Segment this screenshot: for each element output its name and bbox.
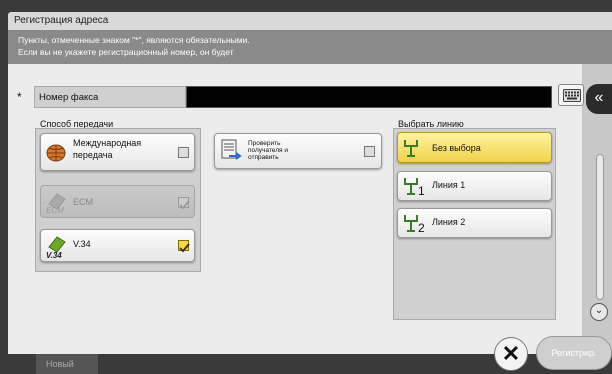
ecm-checkbox (178, 197, 190, 210)
international-transmission-button[interactable]: Международная передача (40, 133, 195, 171)
window-title: Регистрация адреса (14, 15, 109, 26)
scrollbar[interactable] (596, 154, 604, 300)
required-mark: * (17, 90, 22, 104)
document-send-icon (221, 139, 242, 160)
line-option-none[interactable]: Без выбора (397, 132, 552, 163)
collapse-panel-button[interactable]: « (586, 84, 612, 114)
verify-label-line1: Проверить (248, 140, 281, 147)
fax-number-label[interactable]: Номер факса (34, 86, 186, 108)
v34-label: V.34 (73, 239, 91, 249)
register-button[interactable]: Регистрир. (536, 336, 612, 370)
info-line-1: Пункты, отмеченные знаком "*", являются … (18, 35, 250, 45)
ecm-label: ECM (73, 197, 93, 207)
line-option-2[interactable]: 2 Линия 2 (397, 208, 552, 238)
info-banner: Пункты, отмеченные знаком "*", являются … (8, 30, 612, 64)
scroll-down-button[interactable]: ⌄ (590, 303, 608, 321)
international-label-line2: передача (73, 150, 113, 160)
line-connector-icon (404, 178, 418, 195)
line-connector-icon (404, 215, 418, 232)
fax-number-input[interactable] (186, 86, 552, 108)
international-label-line1: Международная (73, 138, 142, 148)
ecm-button[interactable]: ECM ECM (40, 185, 195, 218)
new-tab[interactable]: Новый (36, 354, 98, 374)
line-option-1-label: Линия 1 (432, 180, 466, 190)
line-option-1[interactable]: 1 Линия 1 (397, 171, 552, 201)
international-checkbox (178, 147, 189, 158)
v34-checkbox (178, 240, 190, 253)
keyboard-button[interactable] (558, 84, 584, 106)
line-1-subscript: 1 (418, 184, 425, 198)
verify-recipient-button[interactable]: Проверить получателя и отправить (214, 133, 382, 169)
verify-label-line3: отправить (248, 154, 279, 161)
info-line-2: Если вы не укажете регистрационный номер… (18, 47, 234, 57)
globe-icon (46, 144, 66, 162)
line-2-subscript: 2 (418, 221, 425, 235)
v34-button[interactable]: V.34 V.34 (40, 229, 195, 262)
v34-icon: V.34 (46, 236, 66, 259)
fax-number-label-text: Номер факса (39, 92, 99, 103)
verify-label-line2: получателя и (248, 147, 288, 154)
line-connector-icon (404, 140, 418, 157)
line-option-2-label: Линия 2 (432, 217, 466, 227)
cancel-button[interactable]: ✕ (494, 337, 528, 371)
window-header: Регистрация адреса (8, 12, 612, 30)
keyboard-icon (563, 89, 581, 102)
ecm-icon-text: ECM (46, 206, 64, 214)
v34-icon-text: V.34 (46, 251, 62, 259)
verify-checkbox (364, 146, 375, 157)
line-option-none-label: Без выбора (432, 143, 481, 153)
ecm-icon: ECM (46, 193, 66, 214)
